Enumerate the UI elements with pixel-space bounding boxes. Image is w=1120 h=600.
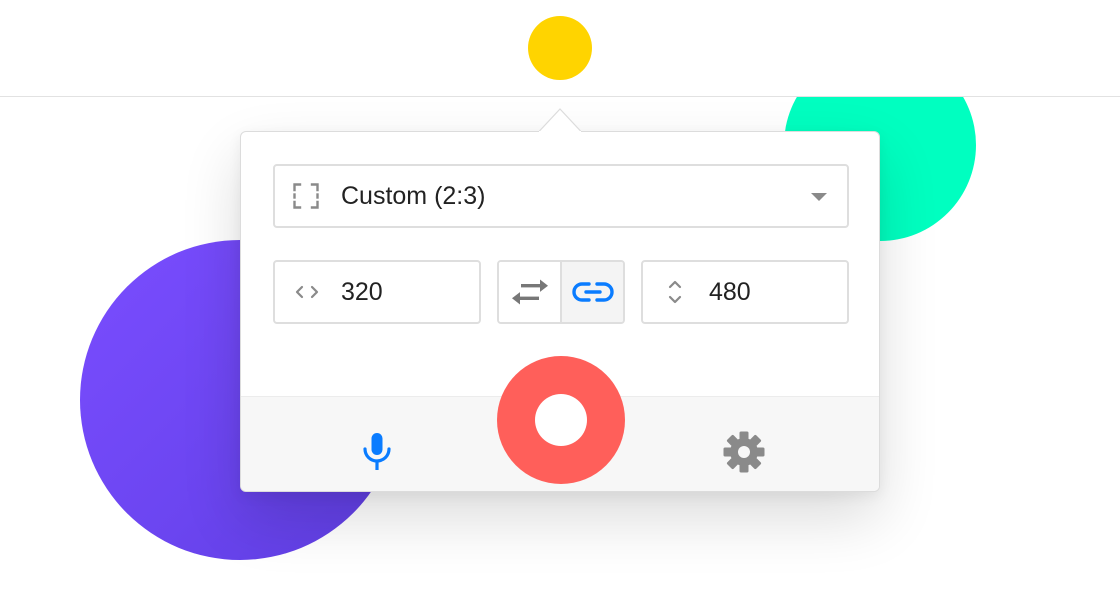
dimension-controls (497, 260, 625, 324)
microphone-icon (363, 433, 391, 470)
record-tray-icon[interactable] (528, 16, 592, 80)
menubar-background (770, 40, 990, 96)
microphone-button[interactable] (345, 420, 409, 484)
frame-corners-icon (293, 183, 319, 209)
popover-arrow (539, 108, 581, 132)
gear-icon (723, 431, 765, 473)
width-input[interactable]: 320 (273, 260, 481, 324)
desktop: Custom (2:3) 320 480 (0, 0, 1120, 600)
preset-dropdown[interactable]: Custom (2:3) (273, 164, 849, 228)
horizontal-arrows-icon (295, 285, 319, 299)
record-icon (535, 394, 587, 446)
height-value: 480 (709, 278, 751, 306)
width-value: 320 (341, 278, 383, 306)
height-input[interactable]: 480 (641, 260, 849, 324)
menubar-divider (0, 96, 1120, 97)
swap-arrows-icon (511, 279, 548, 305)
record-button[interactable] (497, 356, 625, 484)
link-icon (571, 282, 614, 302)
link-aspect-toggle[interactable] (560, 262, 623, 322)
settings-button[interactable] (712, 420, 776, 484)
capture-popover: Custom (2:3) 320 480 (240, 131, 880, 492)
vertical-arrows-icon (668, 280, 682, 304)
swap-dimensions-button[interactable] (499, 262, 560, 322)
caret-down-icon (811, 193, 827, 201)
preset-label: Custom (2:3) (341, 182, 486, 210)
